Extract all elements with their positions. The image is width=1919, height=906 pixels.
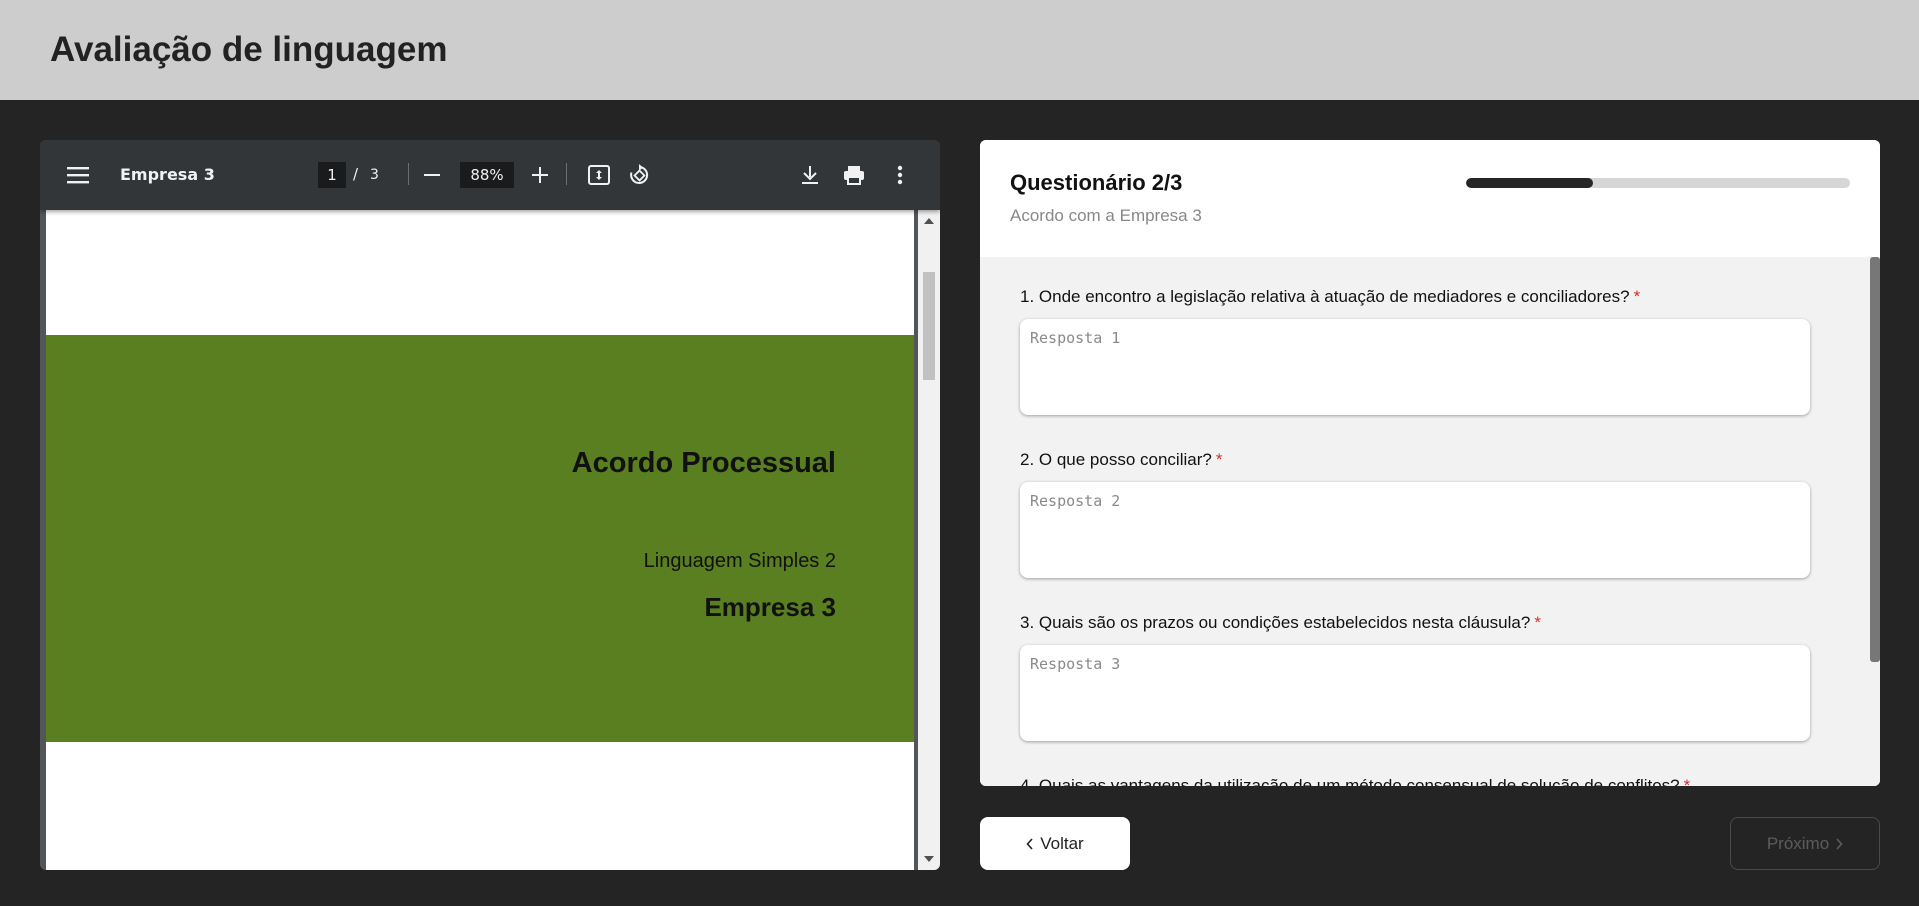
rotate-icon[interactable] <box>627 163 651 187</box>
plus-icon[interactable] <box>530 165 550 185</box>
question-label: 1. Onde encontro a legislação relativa à… <box>1020 287 1641 306</box>
scroll-down-arrow-icon[interactable] <box>924 856 934 862</box>
toolbar-divider <box>566 163 567 185</box>
required-marker: * <box>1683 776 1691 786</box>
page-number-input[interactable]: 1 <box>318 162 346 188</box>
hamburger-menu-icon[interactable] <box>65 163 91 187</box>
page-total: 3 <box>370 167 379 183</box>
questionnaire-card: Questionário 2/3 Acordo com a Empresa 3 … <box>980 140 1880 786</box>
back-button-label: Voltar <box>1040 833 1084 853</box>
scroll-up-arrow-icon[interactable] <box>924 218 934 224</box>
pdf-scrollbar-thumb[interactable] <box>923 272 935 380</box>
toolbar-divider <box>408 163 409 185</box>
app-title: Avaliação de linguagem <box>50 30 448 69</box>
next-button-label: Próximo <box>1766 833 1830 853</box>
answer-3-field[interactable] <box>1020 645 1810 741</box>
required-marker: * <box>1534 613 1541 632</box>
question-label: 4. Quais as vantagens da utilização de u… <box>1020 776 1810 786</box>
print-icon[interactable] <box>842 163 866 187</box>
page-separator: / <box>353 165 359 183</box>
questionnaire-body[interactable]: 1. Onde encontro a legislação relativa à… <box>980 257 1880 786</box>
chevron-right-icon <box>1836 837 1843 850</box>
back-button[interactable]: Voltar <box>980 817 1130 870</box>
questionnaire-scrollbar-thumb[interactable] <box>1870 257 1880 662</box>
progress-bar <box>1466 178 1850 188</box>
pdf-scrollbar[interactable] <box>918 210 940 870</box>
question-label: 2. O que posso conciliar? * <box>1020 450 1223 469</box>
question-item: 4. Quais as vantagens da utilização de u… <box>1020 776 1810 786</box>
pdf-cover-banner: Acordo Processual Linguagem Simples 2 Em… <box>46 335 914 742</box>
progress-bar-fill <box>1466 178 1593 188</box>
zoom-level-input[interactable]: 88% <box>460 162 514 188</box>
document-title: Acordo Processual <box>571 447 836 479</box>
required-marker: * <box>1633 287 1641 306</box>
questionnaire-title: Questionário 2/3 <box>1010 170 1183 195</box>
download-icon[interactable] <box>798 163 822 187</box>
next-button[interactable]: Próximo <box>1730 817 1880 870</box>
document-subtitle: Linguagem Simples 2 <box>643 550 836 572</box>
answer-2-field[interactable] <box>1020 482 1810 578</box>
answer-1-field[interactable] <box>1020 319 1810 415</box>
questionnaire-header: Questionário 2/3 Acordo com a Empresa 3 <box>980 140 1880 257</box>
questionnaire-scrollbar[interactable] <box>1870 257 1880 786</box>
pdf-viewer: Empresa 3 1 / 3 88% Acordo Processual Li… <box>40 140 940 870</box>
question-item: 2. O que posso conciliar? * <box>1020 450 1810 578</box>
pdf-scroll-area[interactable]: Acordo Processual Linguagem Simples 2 Em… <box>40 210 940 870</box>
app-header: Avaliação de linguagem <box>0 0 1919 100</box>
chevron-left-icon <box>1026 837 1033 850</box>
question-item: 1. Onde encontro a legislação relativa à… <box>1020 287 1810 415</box>
minus-icon[interactable] <box>422 165 442 185</box>
pdf-page: Acordo Processual Linguagem Simples 2 Em… <box>46 210 914 870</box>
fit-to-page-icon[interactable] <box>587 163 611 187</box>
questionnaire-subtitle: Acordo com a Empresa 3 <box>1010 206 1202 225</box>
more-vertical-icon[interactable] <box>888 163 912 187</box>
pdf-document-name: Empresa 3 <box>120 165 215 184</box>
question-label: 3. Quais são os prazos ou condições esta… <box>1020 613 1541 632</box>
pdf-toolbar: Empresa 3 1 / 3 88% <box>40 140 940 210</box>
required-marker: * <box>1215 450 1223 469</box>
question-item: 3. Quais são os prazos ou condições esta… <box>1020 613 1810 741</box>
document-company: Empresa 3 <box>704 592 836 622</box>
